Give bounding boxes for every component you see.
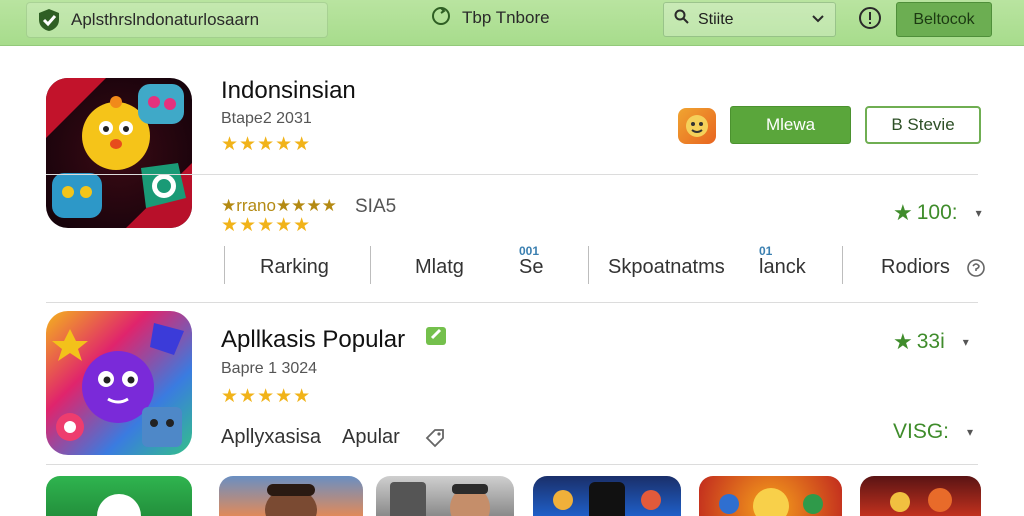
check-shield-icon <box>35 6 63 34</box>
chevron-down-icon <box>811 11 825 29</box>
category-right: Apular <box>342 426 400 448</box>
app-subtitle-2: Bapre 1 3024 <box>221 360 318 377</box>
star-icon: ★ <box>893 329 913 354</box>
tab-lanck[interactable]: lanck <box>759 256 806 279</box>
tab-separator <box>224 246 225 284</box>
divider <box>46 174 978 175</box>
rating-label: ★rrano★★★★ <box>221 196 337 215</box>
app-mini-icon <box>678 108 716 144</box>
tag-icon <box>424 325 448 352</box>
thumbnail-6[interactable] <box>860 476 981 516</box>
thumbnail-5[interactable] <box>699 476 842 516</box>
tab-rodiors[interactable]: Rodiors <box>881 256 950 279</box>
app-icon-indonsinsian[interactable] <box>46 78 192 228</box>
stat-value-1: 100: <box>916 201 958 224</box>
tab-separator <box>842 246 843 284</box>
tag-icon[interactable] <box>424 426 446 453</box>
top-center-label: Tbp Tnbore <box>462 8 550 27</box>
star-rating-2: ★★★★★ <box>221 386 312 407</box>
app-icon-apllkasis-popular[interactable] <box>46 311 192 455</box>
refresh-icon <box>430 5 452 32</box>
thumbnail-4[interactable] <box>533 476 681 516</box>
stat-value-3: VISG: <box>893 420 950 443</box>
thumbnail-1[interactable] <box>46 476 192 516</box>
tab-separator <box>588 246 589 284</box>
info-icon[interactable] <box>858 6 882 30</box>
search-icon <box>674 9 690 30</box>
app-title: Aplsthrslndonaturlosaarn <box>71 10 260 29</box>
app-title-apllkasis-popular[interactable]: Apllkasis Popular <box>221 326 405 354</box>
divider <box>46 302 978 303</box>
app-subtitle-1: Btape2 2031 <box>221 110 312 127</box>
chevron-down-icon: ▾ <box>967 425 974 439</box>
help-circle-icon[interactable] <box>966 258 986 283</box>
rating-count: SIA5 <box>355 196 397 217</box>
chevron-down-icon: ▾ <box>975 206 982 220</box>
stat-value-2: 33i <box>916 330 945 353</box>
search-dropdown[interactable]: Stiite <box>663 2 836 37</box>
star-rating-1: ★★★★★ <box>221 134 312 155</box>
app-title-field[interactable]: Aplsthrslndonaturlosaarn <box>26 2 328 38</box>
stat-3[interactable]: VISG: ▾ <box>893 420 973 444</box>
star-icon: ★ <box>893 200 913 225</box>
tab-ranking[interactable]: Rarking <box>260 256 329 279</box>
divider <box>46 464 978 465</box>
thumbnail-3[interactable] <box>376 476 514 516</box>
tab-skpoatnatms[interactable]: Skpoatnatms <box>608 256 725 279</box>
secondary-action-button[interactable]: B Stevie <box>865 106 981 144</box>
thumbnail-2[interactable] <box>219 476 363 516</box>
top-center-link[interactable]: Tbp Tnbore <box>430 5 550 32</box>
chevron-down-icon: ▾ <box>962 335 969 349</box>
category-left: Apllyxasisa <box>221 426 322 448</box>
tab-separator <box>370 246 371 284</box>
search-value: Stiite <box>698 10 734 28</box>
star-rating-1b: ★★★★★ <box>221 215 312 236</box>
tab-row: Rarking Mlatg 001 Se Skpoatnatms 01 lanc… <box>222 244 992 286</box>
tab-se[interactable]: Se <box>519 256 543 279</box>
stat-2[interactable]: ★ 33i ▾ <box>893 329 969 355</box>
top-action-button[interactable]: Beltocok <box>896 2 992 37</box>
top-bar: Aplsthrslndonaturlosaarn Tbp Tnbore Stii… <box>0 0 1024 46</box>
stat-1[interactable]: ★ 100: ▾ <box>893 200 982 226</box>
tab-mlatg[interactable]: Mlatg <box>415 256 464 279</box>
install-button[interactable]: Mlewa <box>730 106 851 144</box>
app-title-indonsinsian[interactable]: Indonsinsian <box>221 77 356 105</box>
